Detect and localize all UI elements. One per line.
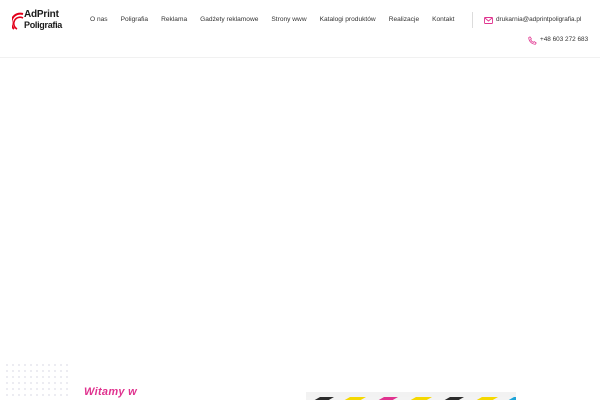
decorative-dot-pattern (4, 362, 72, 400)
nav-item-o-nas[interactable]: O nas (90, 14, 108, 26)
site-header: AdPrint Poligrafia O nas Poligrafia Rekl… (0, 0, 600, 58)
welcome-heading: Witamy w (84, 386, 138, 398)
brand-subtitle: Poligrafia (24, 20, 63, 30)
nav-item-katalogi[interactable]: Katalogi produktów (320, 14, 376, 26)
header-divider (472, 12, 473, 28)
logo-arc-icon (12, 12, 24, 30)
nav-item-strony-www[interactable]: Strony www (271, 14, 306, 26)
contact-email-link[interactable]: drukarnia@adprintpoligrafia.pl (484, 14, 581, 26)
main-nav: O nas Poligrafia Reklama Gadżety reklamo… (90, 14, 467, 26)
contact-phone-link[interactable]: +48 603 272 683 (528, 34, 588, 46)
phone-icon (528, 35, 537, 45)
envelope-icon (484, 16, 493, 24)
contact-phone-text: +48 603 272 683 (540, 36, 589, 43)
nav-item-realizacje[interactable]: Realizacje (389, 14, 419, 26)
nav-item-kontakt[interactable]: Kontakt (432, 14, 454, 26)
promo-image (306, 392, 516, 400)
nav-item-poligrafia[interactable]: Poligrafia (121, 14, 149, 26)
nav-item-gadzety[interactable]: Gadżety reklamowe (200, 14, 258, 26)
brand-logo[interactable]: AdPrint Poligrafia (12, 9, 63, 33)
nav-item-reklama[interactable]: Reklama (161, 14, 187, 26)
brand-name: AdPrint (24, 9, 59, 20)
contact-email-text: drukarnia@adprintpoligrafia.pl (496, 16, 582, 23)
